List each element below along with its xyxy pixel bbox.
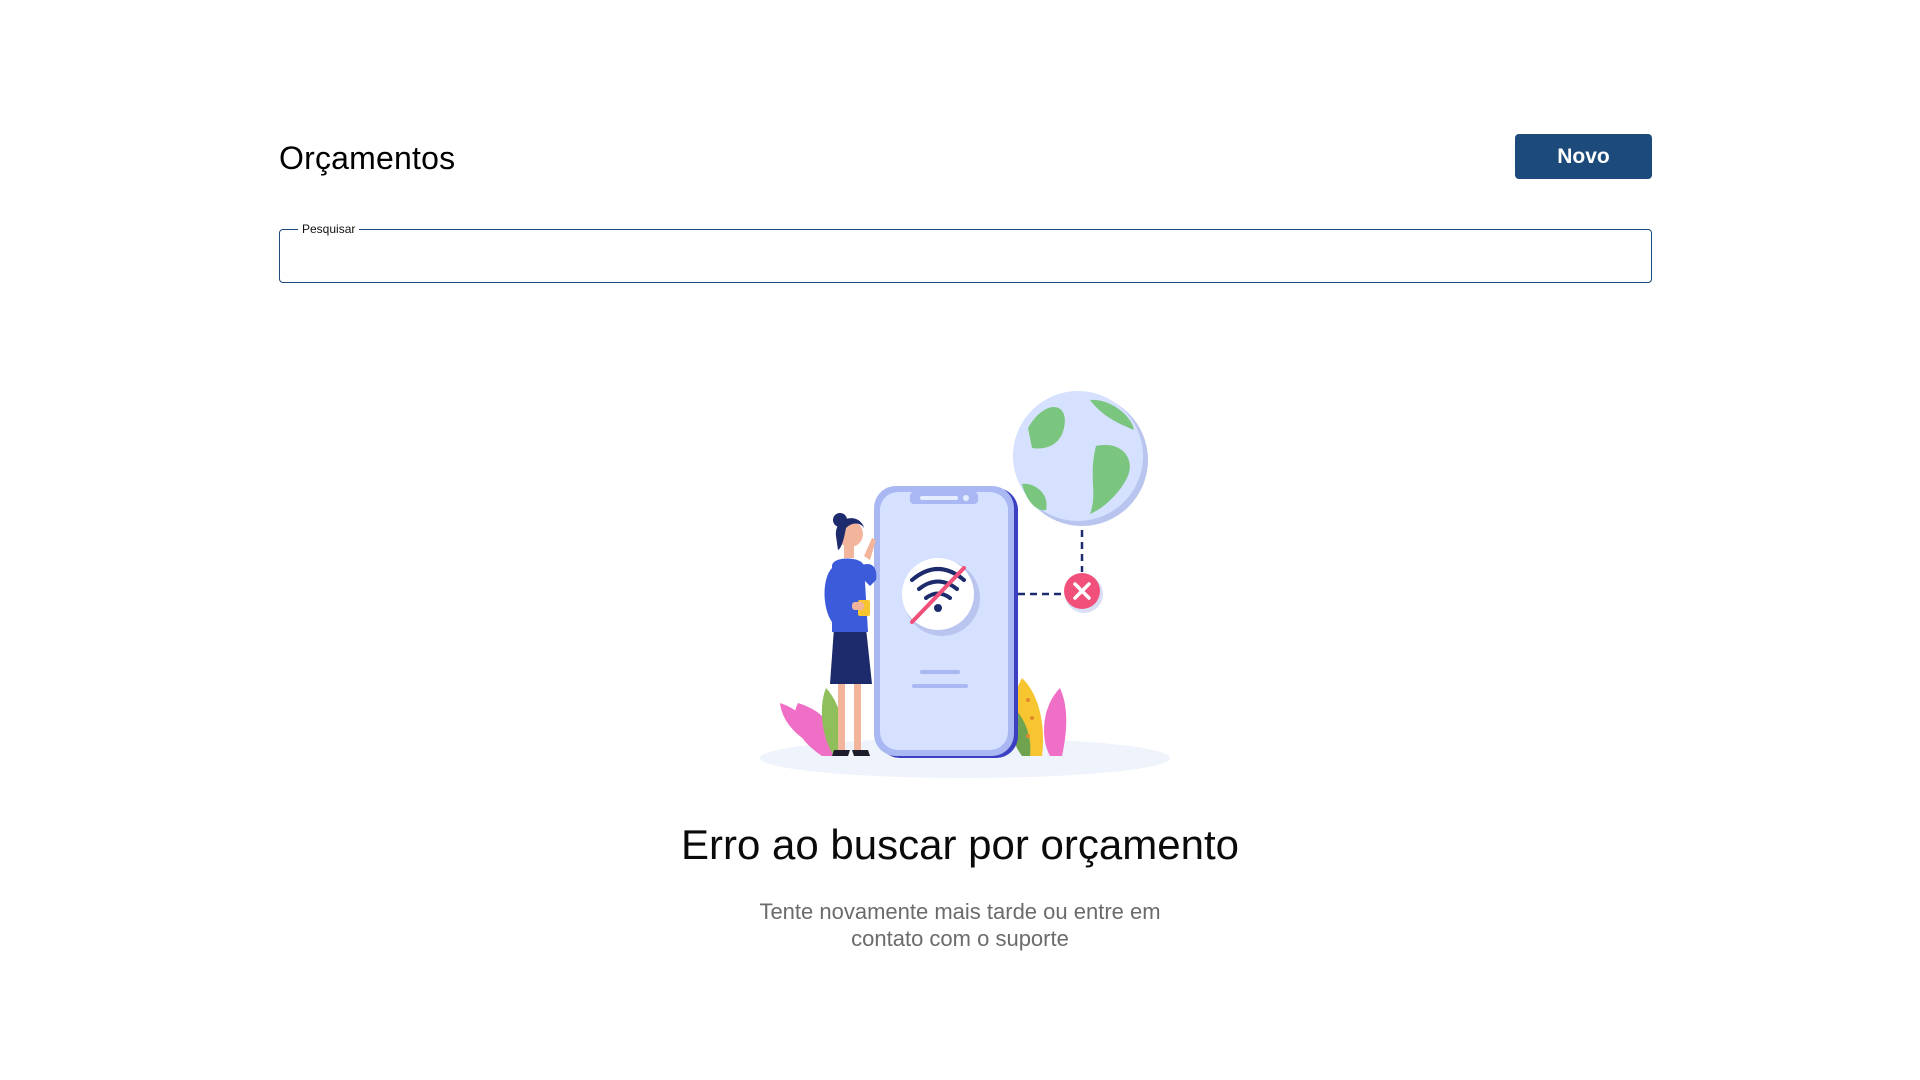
new-budget-button[interactable]: Novo — [1515, 134, 1652, 179]
search-field[interactable]: Pesquisar — [279, 222, 1652, 283]
page-title: Orçamentos — [279, 140, 456, 176]
error-message-line-1: Tente novamente mais tarde ou entre em — [759, 899, 1161, 924]
search-label: Pesquisar — [298, 222, 360, 236]
right-plant-icon — [1011, 678, 1067, 756]
page-header: Orçamentos Novo — [279, 134, 1652, 180]
search-input[interactable] — [293, 237, 1637, 277]
error-title: Erro ao buscar por orçamento — [681, 821, 1239, 868]
no-connection-illustration — [760, 391, 1170, 778]
error-x-icon — [1064, 573, 1103, 613]
globe-icon — [1013, 391, 1148, 526]
error-message: Tente novamente mais tarde ou entre em c… — [0, 898, 1920, 952]
left-plant-icon — [780, 688, 845, 756]
error-message-line-2: contato com o suporte — [851, 926, 1069, 951]
budgets-page: Orçamentos Novo Pesquisar Erro ao buscar… — [0, 0, 1920, 1080]
